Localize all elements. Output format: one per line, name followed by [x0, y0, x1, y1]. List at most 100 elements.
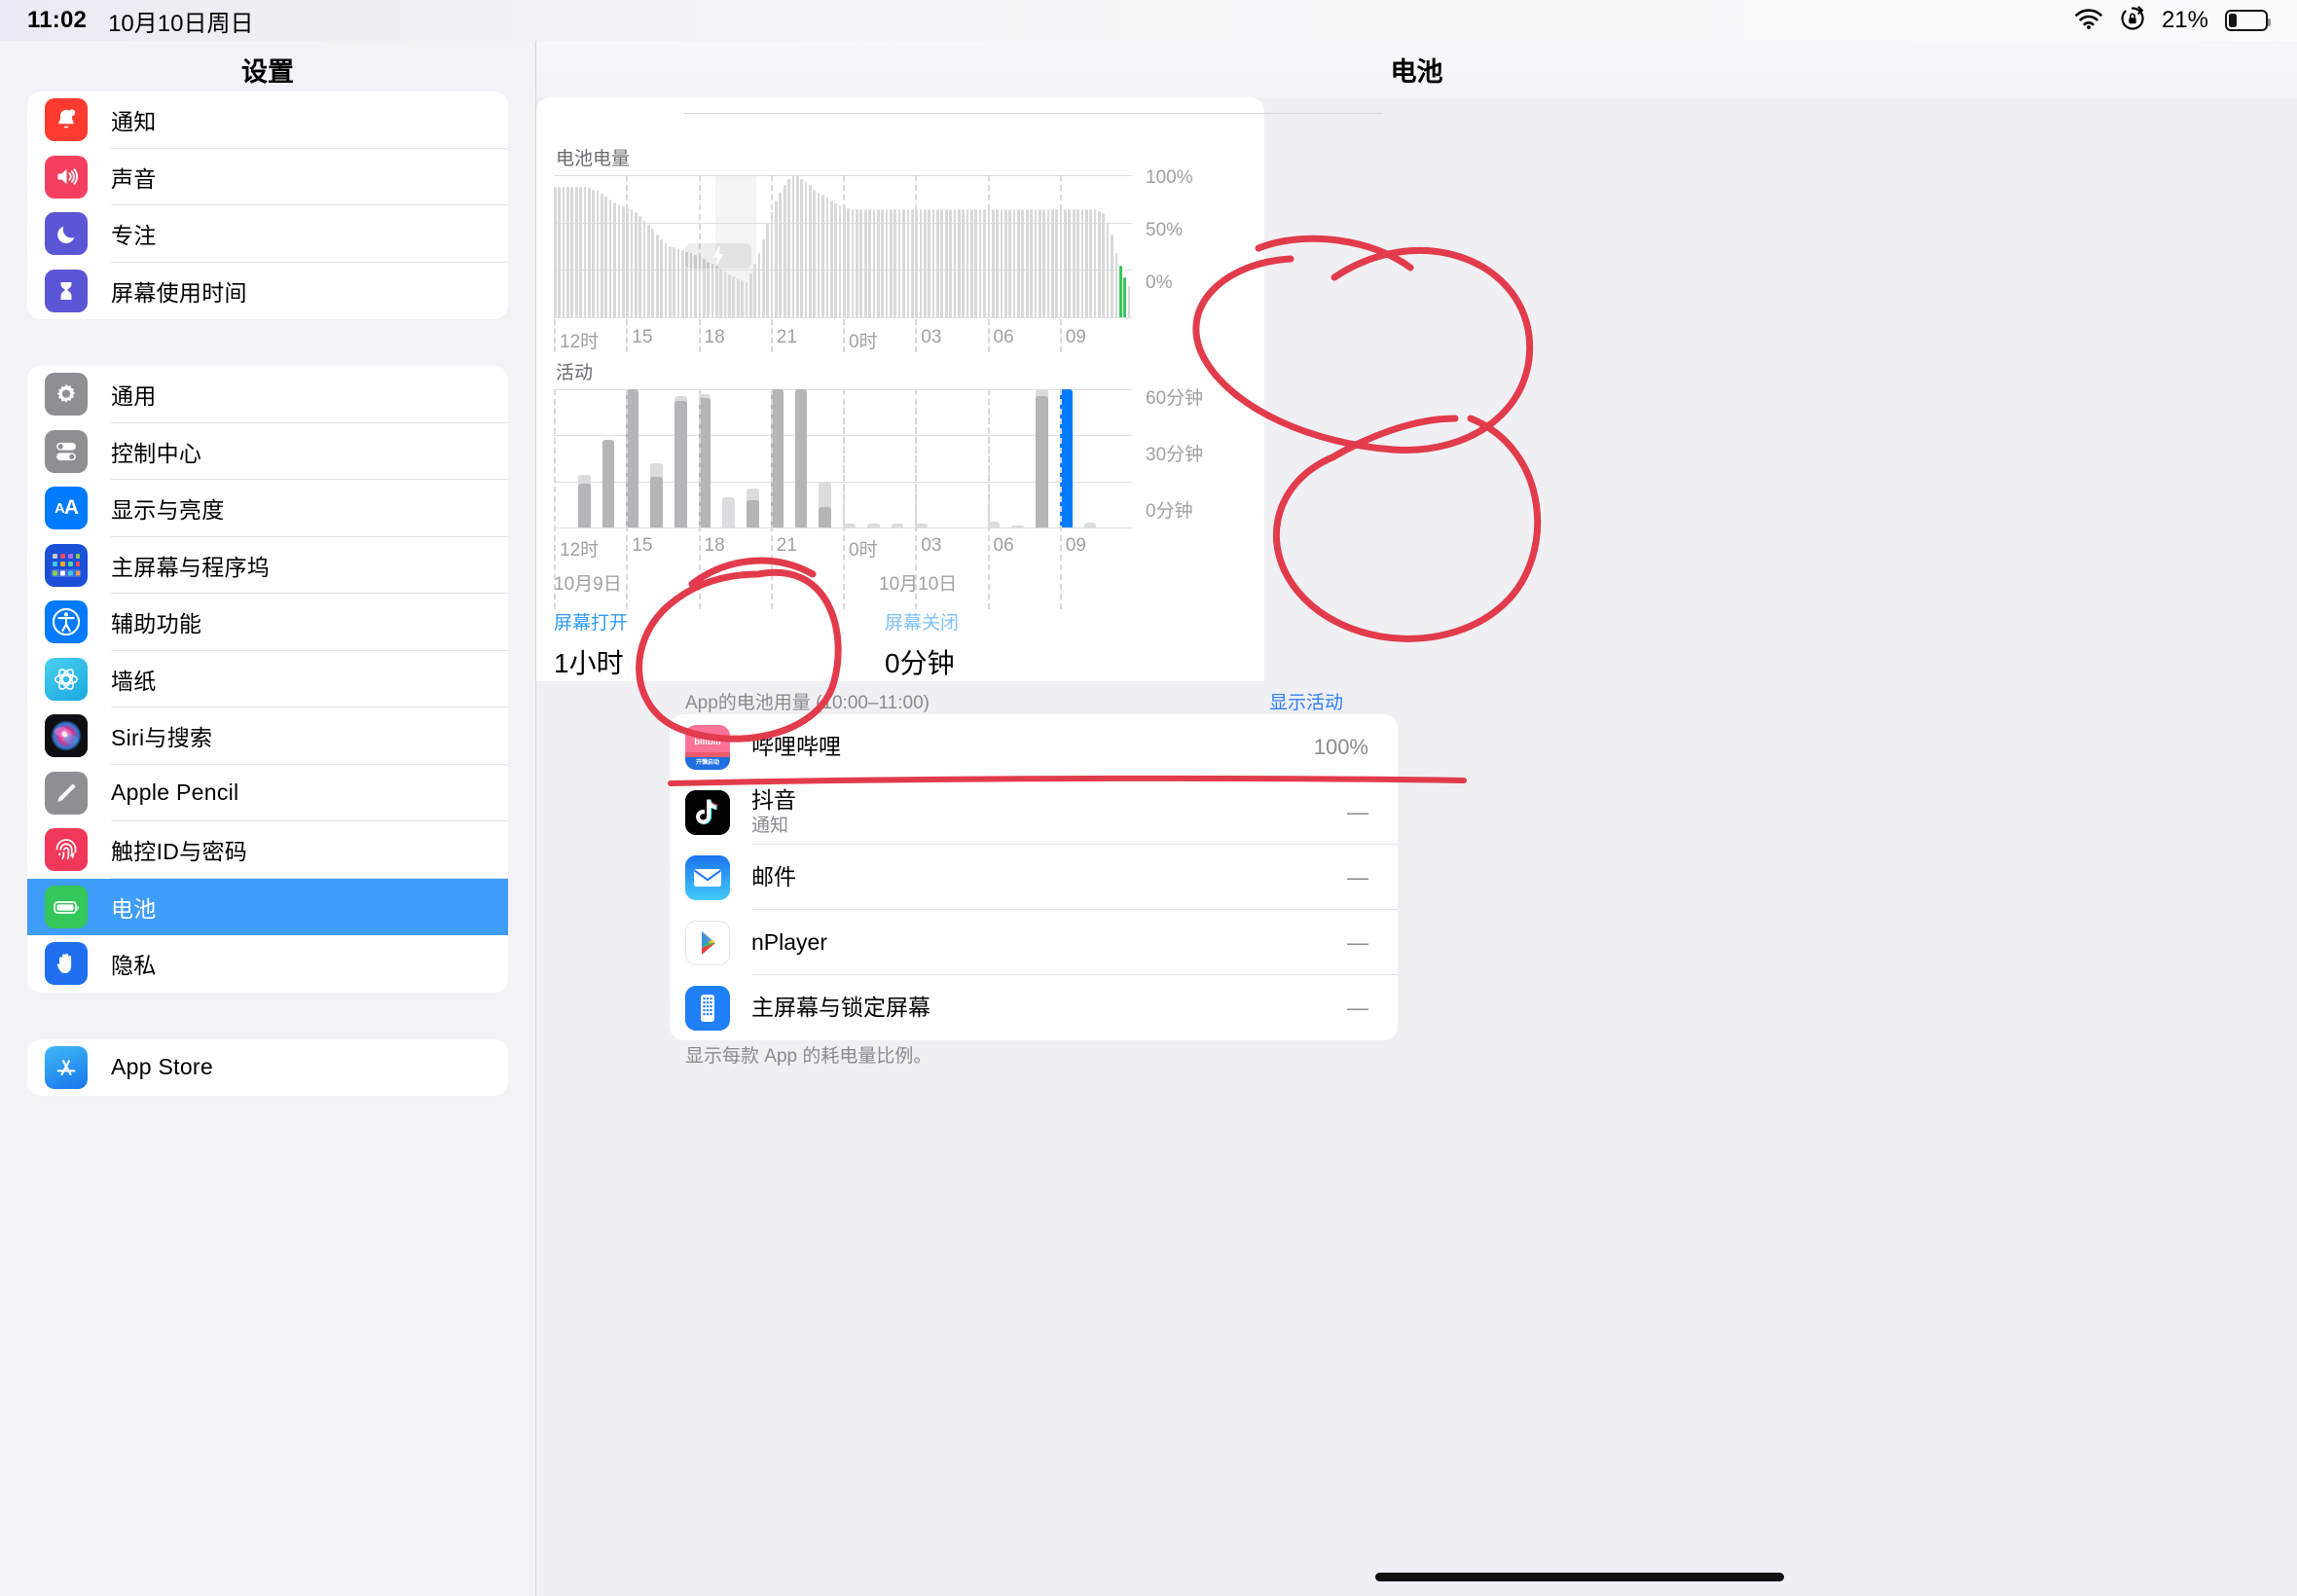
- battery-level-bar: [1068, 209, 1072, 317]
- battery-level-bar: [601, 193, 603, 317]
- status-bar-left: 11:02 10月10日周日: [0, 4, 253, 38]
- status-bar-right: 21%: [2074, 5, 2297, 36]
- battery-level-bar: [974, 209, 978, 317]
- battery-level-bar: [1123, 277, 1126, 317]
- table-row[interactable]: 邮件 —: [670, 845, 1398, 910]
- app-name: 主屏幕与锁定屏幕: [751, 994, 930, 1020]
- sidebar-item-touch-id-passcode[interactable]: 触控ID与密码: [27, 821, 508, 879]
- battery-level-bar: [893, 209, 897, 317]
- battery-level-bar: [1093, 209, 1097, 317]
- battery-level-bar: [890, 209, 893, 317]
- battery-level-bar: [1127, 285, 1131, 317]
- battery-level-bar: [613, 201, 616, 317]
- battery-level-bar: [962, 209, 965, 317]
- app-usage-header: App的电池用量 (10:00–11:00): [685, 693, 930, 713]
- x-tick-label: 06: [993, 535, 1014, 556]
- battery-level-bar: [847, 207, 851, 317]
- x-tick-label: 03: [921, 535, 942, 556]
- bolt-icon: [684, 243, 751, 269]
- battery-level-bar: [617, 204, 621, 317]
- y-tick-label: 30分钟: [1146, 445, 1204, 465]
- activity-chart-title: 活动: [556, 363, 594, 383]
- app-battery-value: —: [1347, 864, 1368, 889]
- battery-level-bar: [748, 272, 752, 317]
- activity-bar-screen-off: [1011, 525, 1025, 527]
- battery-level-chart[interactable]: [554, 175, 1132, 318]
- sidebar-item-battery[interactable]: 电池: [27, 878, 508, 935]
- gridline: [554, 317, 1132, 318]
- y-tick-label: 100%: [1146, 167, 1193, 188]
- table-row[interactable]: bilibili 开懒启动 哔哩哔哩 100%: [670, 714, 1398, 780]
- battery-level-bar: [714, 266, 718, 317]
- table-row[interactable]: 抖音 通知 —: [670, 780, 1398, 845]
- battery-level-bar: [897, 209, 901, 317]
- battery-level-bar: [1042, 209, 1045, 317]
- battery-level-bar: [843, 206, 846, 317]
- gridline-vertical: [554, 319, 556, 352]
- activity-bar-screen-on: [794, 389, 808, 527]
- battery-level-bar: [970, 209, 973, 317]
- battery-level-bar: [753, 263, 756, 317]
- sidebar-item-app-store[interactable]: App Store: [27, 1039, 508, 1097]
- activity-bar-screen-on: [1036, 396, 1048, 527]
- battery-level-bar: [936, 209, 939, 317]
- sidebar-item-privacy[interactable]: 隐私: [27, 935, 508, 993]
- battery-level-bar: [966, 209, 969, 317]
- battery-scroll-area[interactable]: 电池电量 12时 15 18 21 0时 03 06 09 100% 50% 0% 活动 12时 1…: [536, 97, 2297, 1596]
- gridline-vertical: [626, 389, 629, 609]
- douyin-icon: [685, 789, 730, 835]
- battery-level-bar: [762, 238, 765, 317]
- x-tick-label: 15: [632, 535, 653, 556]
- x-tick-label: 09: [1065, 535, 1086, 556]
- show-activity-button[interactable]: 显示活动: [1269, 688, 1343, 714]
- battery-level-bar: [566, 186, 569, 317]
- battery-level-bar: [906, 209, 910, 317]
- x-tick-label: 12时: [560, 332, 600, 352]
- battery-level-bar: [1008, 209, 1012, 317]
- table-row[interactable]: 主屏幕与锁定屏幕 —: [670, 975, 1398, 1040]
- sidebar-item-notifications[interactable]: 通知: [27, 91, 508, 149]
- y-tick-label: 60分钟: [1146, 388, 1204, 409]
- gridline-vertical: [843, 389, 845, 609]
- sidebar-item-control-center[interactable]: 控制中心: [27, 423, 508, 480]
- battery-level-bar: [1080, 209, 1084, 317]
- sidebar-item-accessibility[interactable]: 辅助功能: [27, 594, 508, 651]
- activity-bar-screen-on: [650, 476, 663, 527]
- toggles-icon: [45, 429, 88, 473]
- sidebar-item-focus[interactable]: 专注: [27, 205, 508, 263]
- battery-level-bar: [825, 198, 829, 317]
- siri-icon: [45, 714, 88, 758]
- sidebar-item-home-screen-dock[interactable]: 主屏幕与程序坞: [27, 537, 508, 594]
- battery-level-bar: [859, 209, 863, 317]
- battery-level-bar: [770, 211, 774, 317]
- battery-level-bar: [1098, 210, 1101, 317]
- sidebar-item-label: 专注: [111, 223, 157, 249]
- battery-level-bar: [910, 209, 914, 317]
- sidebar-item-siri-search[interactable]: Siri与搜索: [27, 707, 508, 765]
- activity-date-label-2: 10月10日: [879, 574, 958, 595]
- battery-level-bar: [1000, 209, 1003, 317]
- battery-level-bar: [1084, 209, 1088, 317]
- table-row[interactable]: nPlayer —: [670, 910, 1398, 975]
- app-subtitle: 通知: [751, 815, 789, 836]
- sidebar-item-general[interactable]: 通用: [27, 366, 508, 423]
- battery-level-bar: [928, 209, 931, 317]
- sidebar-item-wallpaper[interactable]: 墙纸: [27, 651, 508, 707]
- x-tick-label: 0时: [849, 332, 878, 352]
- settings-sidebar[interactable]: 设置 通知 声音 专注 屏幕使用时间 通用 控制中心 A A 显示与亮度 主屏幕…: [0, 41, 535, 1596]
- sidebar-item-label: 声音: [111, 165, 157, 192]
- sidebar-item-screen-time[interactable]: 屏幕使用时间: [27, 263, 508, 320]
- battery-level-bar: [787, 179, 790, 317]
- battery-level-bar: [813, 189, 817, 317]
- homescreen-icon: [685, 985, 730, 1031]
- screen-off-column: 屏幕关闭 0分钟: [885, 608, 959, 681]
- sidebar-group-1: 通知 声音 专注 屏幕使用时间: [27, 91, 508, 319]
- sidebar-item-apple-pencil[interactable]: Apple Pencil: [27, 765, 508, 821]
- battery-level-bar: [834, 203, 837, 317]
- battery-level-bar: [1038, 209, 1041, 317]
- home-indicator: [1375, 1573, 1784, 1581]
- x-tick-label: 18: [704, 535, 725, 556]
- sidebar-item-display-brightness[interactable]: AA 显示与亮度: [27, 480, 508, 537]
- battery-level-bar: [1034, 209, 1038, 317]
- sidebar-item-sounds[interactable]: 声音: [27, 149, 508, 205]
